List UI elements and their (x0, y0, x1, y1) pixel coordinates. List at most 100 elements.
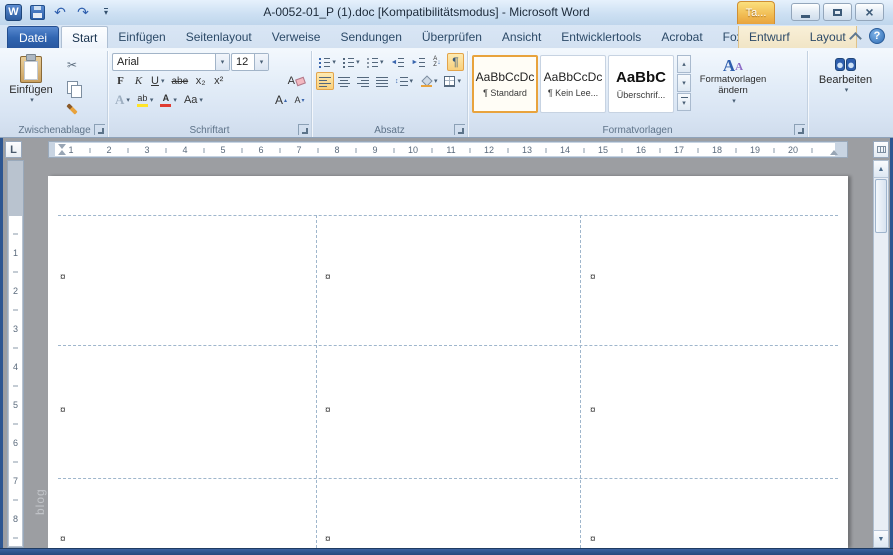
document-page[interactable]: ¤ ¤ ¤ ¤ ¤ ¤ ¤ ¤ ¤ (48, 176, 848, 548)
vertical-ruler[interactable]: 1 2 3 4 5 6 7 8 (7, 160, 24, 548)
horizontal-ruler[interactable]: 1 2 3 4 5 6 7 8 9 10 11 12 13 14 15 16 17 18 19 20 (48, 141, 848, 158)
styles-dialog-launcher[interactable] (794, 124, 805, 135)
ruler-number: 13 (521, 144, 532, 155)
font-color-button[interactable]: A ▾ (157, 91, 180, 109)
style-card-1[interactable]: AaBbCcDc ¶ Standard (472, 55, 538, 113)
undo-button[interactable]: ↶ (52, 3, 68, 21)
shading-button[interactable]: ▾ (418, 72, 441, 90)
right-indent-marker[interactable] (830, 150, 838, 155)
scrollbar-thumb[interactable] (875, 179, 887, 233)
left-indent-marker[interactable] (58, 150, 66, 155)
tab-einfügen[interactable]: Einfügen (108, 26, 175, 48)
subscript-button[interactable]: x₂ (192, 72, 209, 90)
grow-font-button[interactable]: A ▴ (272, 91, 290, 109)
ruler-number: 16 (635, 144, 646, 155)
paragraph-dialog-launcher[interactable] (454, 124, 465, 135)
ruler-toggle-button[interactable] (873, 141, 889, 158)
word-logo-icon[interactable]: W (5, 3, 22, 21)
font-dialog-launcher[interactable] (298, 124, 309, 135)
cut-button[interactable]: ✂ (60, 55, 84, 75)
font-size-combo[interactable]: 12 ▾ (231, 53, 269, 71)
tab-überprüfen[interactable]: Überprüfen (412, 26, 492, 48)
change-styles-button[interactable]: AA Formatvorlagen ändern ▾ (694, 55, 772, 105)
chevron-down-icon: ▾ (126, 97, 130, 104)
align-left-button[interactable] (316, 72, 334, 90)
chevron-down-icon: ▾ (457, 78, 461, 85)
highlight-button[interactable]: ab ▾ (134, 91, 157, 109)
tab-start[interactable]: Start (61, 26, 109, 48)
tab-datei[interactable]: Datei (7, 26, 59, 48)
multilevel-list-icon (366, 56, 378, 68)
gallery-up-button[interactable]: ▴ (677, 55, 691, 73)
window-title: A-0052-01_P (1).doc [Kompatibilitätsmodu… (263, 5, 590, 19)
style-preview: AaBbCcDc (543, 70, 603, 84)
sort-button[interactable]: A Z ↓ (429, 53, 446, 71)
ruler-number: 10 (407, 144, 418, 155)
decrease-indent-button[interactable]: ◄ (387, 53, 407, 71)
tab-acrobat[interactable]: Acrobat (651, 26, 712, 48)
maximize-button[interactable] (823, 3, 852, 21)
text-effects-button[interactable]: A ▾ (112, 91, 133, 109)
close-button[interactable]: × (855, 3, 884, 21)
underline-button[interactable]: U ▾ (148, 72, 167, 90)
bold-button[interactable]: F (112, 72, 129, 90)
save-icon (29, 4, 45, 20)
tab-entwurf[interactable]: Entwurf (739, 26, 800, 48)
italic-button[interactable]: K (130, 72, 147, 90)
paste-button[interactable]: Einfügen ▾ (6, 53, 56, 119)
minimize-ribbon-button[interactable] (849, 30, 862, 45)
change-case-button[interactable]: Aa ▾ (181, 91, 206, 109)
tab-seitenlayout[interactable]: Seitenlayout (176, 26, 262, 48)
minimize-button[interactable] (791, 3, 820, 21)
style-gallery: AaBbCcDc ¶ Standard AaBbCcDc ¶ Kein Lee... A… (472, 55, 674, 113)
editing-button[interactable]: Bearbeiten ▾ (812, 53, 879, 94)
format-painter-button[interactable] (60, 99, 84, 119)
tab-sendungen[interactable]: Sendungen (330, 26, 411, 48)
align-center-button[interactable] (335, 72, 353, 90)
line-spacing-button[interactable]: ↕ ▾ (392, 72, 416, 90)
bullet-list-button[interactable]: ▾ (316, 53, 339, 71)
justify-icon (376, 75, 388, 87)
save-button[interactable] (29, 3, 45, 21)
increase-indent-button[interactable]: ► (408, 53, 428, 71)
clipboard-dialog-launcher[interactable] (94, 124, 105, 135)
gallery-down-button[interactable]: ▾ (677, 74, 691, 92)
copy-button[interactable] (60, 77, 84, 98)
chevron-down-icon[interactable]: ▾ (254, 54, 268, 70)
scroll-down-button[interactable]: ▼ (874, 530, 888, 547)
table-column-divider (580, 215, 581, 548)
contextual-tabs: Entwurf Layout (738, 26, 857, 48)
gallery-more-button[interactable]: ▾ (677, 93, 691, 111)
scroll-up-button[interactable]: ▲ (874, 161, 888, 178)
clear-formatting-button[interactable]: A (285, 72, 308, 90)
table-tools-badge[interactable]: Ta... (737, 1, 775, 24)
help-button[interactable]: ? (869, 28, 885, 44)
justify-button[interactable] (373, 72, 391, 90)
minimize-icon (801, 14, 810, 18)
borders-button[interactable]: ▾ (441, 72, 464, 90)
numbered-list-button[interactable]: ▾ (340, 53, 363, 71)
superscript-button[interactable]: x² (210, 72, 227, 90)
strikethrough-button[interactable]: abe (168, 72, 191, 90)
vertical-scrollbar[interactable]: ▲ ▼ (873, 160, 889, 548)
shrink-font-button[interactable]: A ▾ (291, 91, 308, 109)
style-card-2[interactable]: AaBbCcDc ¶ Kein Lee... (540, 55, 606, 113)
font-name-combo[interactable]: Arial ▾ (112, 53, 230, 71)
tab-ansicht[interactable]: Ansicht (492, 26, 551, 48)
ruler-number: 20 (787, 144, 798, 155)
redo-button[interactable]: ↷ (75, 3, 91, 21)
tab-verweise[interactable]: Verweise (262, 26, 331, 48)
chevron-down-icon[interactable]: ▾ (215, 54, 229, 70)
tab-layout[interactable]: Layout (800, 26, 856, 48)
chevron-down-icon: ▾ (409, 78, 414, 85)
tab-stop-selector[interactable]: L (5, 141, 22, 158)
first-line-indent-marker[interactable] (58, 144, 66, 149)
align-right-button[interactable] (354, 72, 372, 90)
multilevel-list-button[interactable]: ▾ (364, 53, 387, 71)
lines-icon (419, 56, 425, 68)
ruler-number: 12 (483, 144, 494, 155)
tab-entwicklertools[interactable]: Entwicklertools (551, 26, 651, 48)
style-card-3[interactable]: AaBbC Überschrif... (608, 55, 674, 113)
customize-qat-button[interactable]: ▾ (98, 3, 114, 21)
show-formatting-marks-button[interactable]: ¶ (447, 53, 464, 71)
